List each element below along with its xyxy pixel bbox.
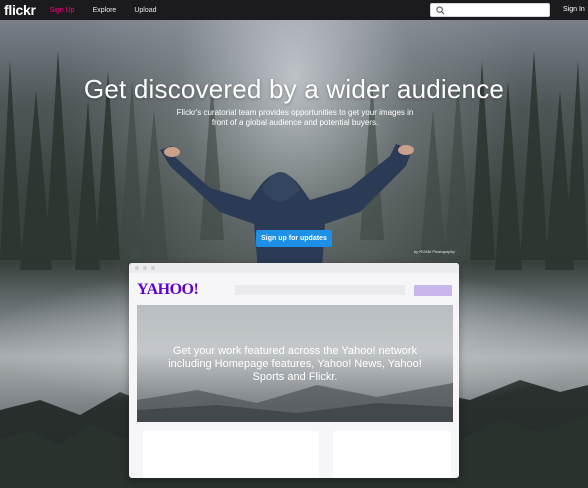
hero-subtext: Flickr's curatorial team provides opport… (176, 108, 414, 127)
sign-up-for-updates-button[interactable]: Sign up for updates (256, 230, 332, 247)
search-icon (436, 6, 445, 15)
content-panel (333, 431, 451, 478)
yahoo-search-bar (235, 285, 405, 295)
search-input[interactable] (430, 3, 550, 17)
window-dot (135, 266, 139, 270)
banner-text: Get your work featured across the Yahoo!… (168, 345, 422, 383)
browser-bar (129, 263, 459, 273)
person-with-raised-arms (160, 144, 414, 270)
hero-headline: Get discovered by a wider audience (83, 74, 505, 104)
nav-sign-up[interactable]: Sign Up (50, 7, 75, 14)
yahoo-search-button (414, 285, 452, 296)
yahoo-preview-card: YAHOO! Get your work featured across the… (129, 263, 459, 478)
window-dot (143, 266, 147, 270)
hero-section: Get discovered by a wider audience Flick… (0, 20, 588, 488)
window-dot (151, 266, 155, 270)
nav-explore[interactable]: Explore (93, 7, 117, 14)
flickr-logo[interactable]: flickr (4, 2, 36, 18)
yahoo-logo: YAHOO! (137, 281, 199, 298)
content-panel (143, 431, 319, 478)
photo-credit[interactable]: by ROMA Photography (414, 249, 455, 254)
yahoo-banner: Get your work featured across the Yahoo!… (137, 305, 453, 422)
nav-upload[interactable]: Upload (134, 7, 156, 14)
sign-in-link[interactable]: Sign In (563, 6, 585, 13)
top-nav: flickr Sign Up Explore Upload Sign In (0, 0, 588, 20)
